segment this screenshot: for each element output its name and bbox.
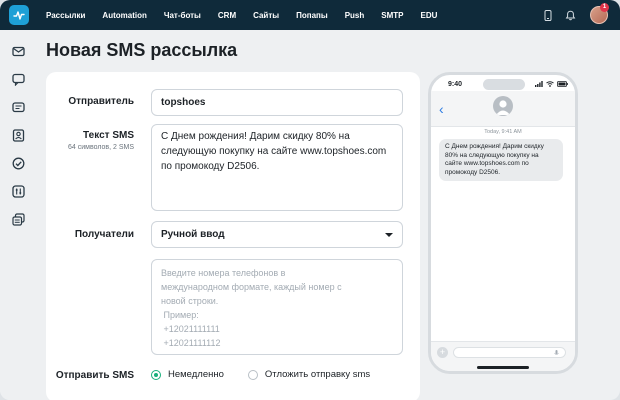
page-title: Новая SMS рассылка — [46, 40, 238, 60]
nav-item-edu[interactable]: EDU — [421, 11, 438, 20]
app-window: Рассылки Automation Чат-боты CRM Сайты П… — [0, 0, 620, 400]
home-indicator — [477, 366, 529, 369]
sender-label: Отправитель — [68, 96, 134, 107]
message-compose-bar: + — [431, 341, 575, 371]
nav-item-push[interactable]: Push — [345, 11, 365, 20]
sidebar-chat-icon[interactable] — [12, 73, 25, 86]
bell-icon[interactable] — [564, 9, 576, 21]
sidebar-sliders-icon[interactable] — [12, 185, 25, 198]
placeholder-line: новой строки. — [161, 296, 219, 306]
signal-icon — [535, 81, 543, 87]
sidebar-mail-icon[interactable] — [12, 45, 25, 58]
placeholder-line: Пример: — [161, 310, 199, 320]
battery-icon — [557, 81, 568, 87]
sidebar-check-icon[interactable] — [12, 157, 25, 170]
recipients-label: Получатели — [74, 229, 134, 240]
sms-bubble: С Днем рождения! Дарим скидку 80% на сле… — [439, 139, 563, 181]
nav-item-mailings[interactable]: Рассылки — [46, 11, 85, 20]
phone-preview: 9:40 ‹ Today, 9:41 AM С Днем рождения! Д… — [428, 72, 578, 374]
sidebar — [0, 30, 36, 400]
placeholder-line: международном формате, каждый номер с — [161, 282, 342, 292]
placeholder-line: +12021111112 — [161, 338, 221, 348]
microphone-icon — [554, 350, 559, 355]
top-navigation-bar: Рассылки Automation Чат-боты CRM Сайты П… — [0, 0, 620, 30]
nav-item-smtp[interactable]: SMTP — [381, 11, 403, 20]
sms-text-textarea[interactable]: С Днем рождения! Дарим скидку 80% на сле… — [151, 124, 403, 211]
phone-status-icons — [535, 81, 568, 87]
placeholder-line: +12021111111 — [161, 324, 220, 334]
chevron-down-icon — [385, 233, 393, 237]
contact-avatar — [493, 96, 513, 116]
app-logo-icon[interactable] — [9, 5, 29, 25]
send-now-radio[interactable] — [151, 369, 161, 380]
send-now-label[interactable]: Немедленно — [168, 369, 224, 380]
messages-header: ‹ — [431, 91, 575, 127]
nav-item-popups[interactable]: Попапы — [296, 11, 328, 20]
sms-form-card: Отправитель topshoes Текст SMS 64 символ… — [46, 72, 420, 400]
main-nav: Рассылки Automation Чат-боты CRM Сайты П… — [46, 0, 454, 30]
wifi-icon — [546, 81, 554, 87]
nav-item-chatbots[interactable]: Чат-боты — [164, 11, 201, 20]
nav-item-crm[interactable]: CRM — [218, 11, 236, 20]
send-options: Немедленно Отложить отправку sms — [151, 369, 370, 380]
recipients-select[interactable]: Ручной ввод — [151, 221, 403, 248]
plus-icon[interactable]: + — [437, 347, 448, 358]
sender-input[interactable]: topshoes — [151, 89, 403, 116]
nav-item-sites[interactable]: Сайты — [253, 11, 279, 20]
sidebar-contacts-icon[interactable] — [12, 129, 25, 142]
phone-notch — [483, 79, 525, 90]
phone-numbers-textarea[interactable]: Введите номера телефонов в международном… — [151, 259, 403, 355]
recipients-selected-value: Ручной ввод — [161, 229, 225, 240]
send-later-radio[interactable] — [247, 369, 258, 380]
placeholder-line: Введите номера телефонов в — [161, 268, 286, 278]
message-timestamp: Today, 9:41 AM — [484, 129, 522, 135]
sidebar-sms-icon[interactable] — [12, 101, 25, 114]
mobile-icon[interactable] — [542, 9, 554, 21]
message-input[interactable] — [453, 347, 566, 358]
send-sms-label: Отправить SMS — [55, 370, 134, 381]
sidebar-stack-icon[interactable] — [12, 213, 25, 226]
phone-clock: 9:40 — [448, 81, 463, 88]
back-chevron-icon[interactable]: ‹ — [439, 101, 444, 117]
sms-counter: 64 символов, 2 SMS — [67, 144, 134, 151]
send-later-label[interactable]: Отложить отправку sms — [265, 369, 370, 380]
notification-badge: 1 — [600, 3, 609, 12]
nav-item-automation[interactable]: Automation — [102, 11, 146, 20]
sms-text-label: Текст SMS — [83, 130, 134, 141]
